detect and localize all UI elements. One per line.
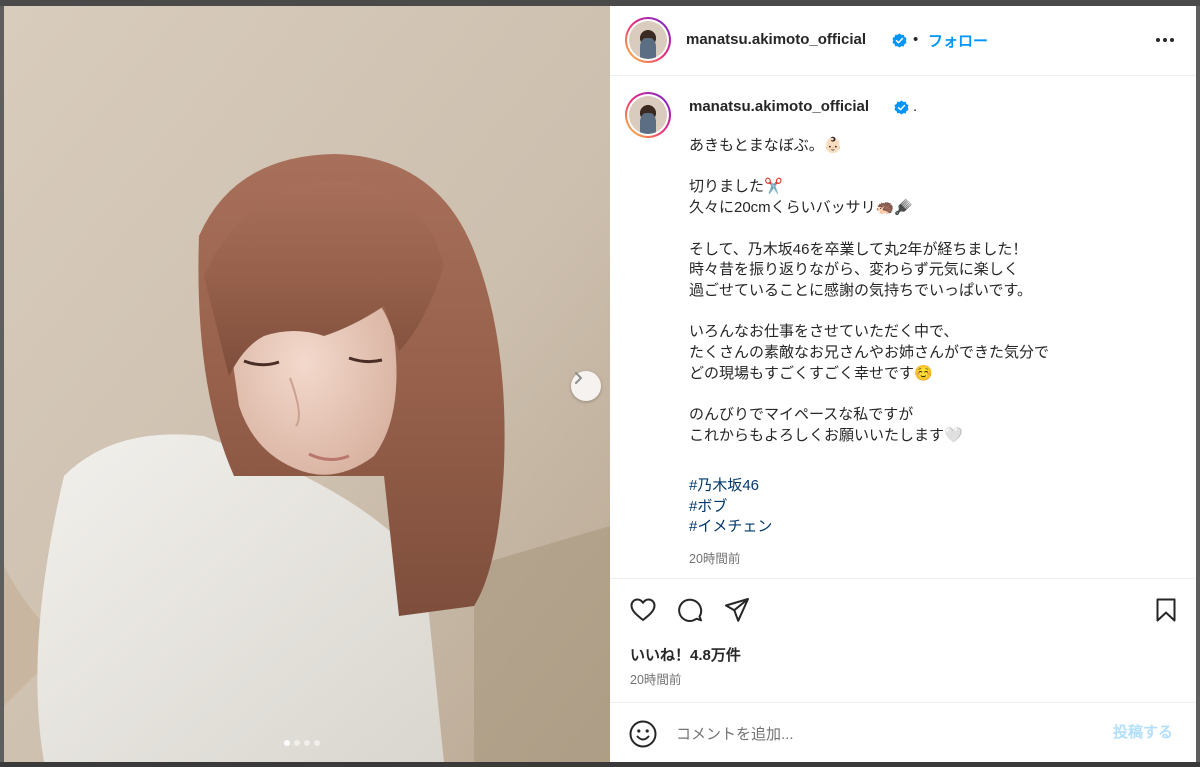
bookmark-icon[interactable]: [1150, 594, 1182, 626]
carousel-indicator: [284, 740, 320, 746]
carousel-dot-3: [304, 740, 310, 746]
comment-input[interactable]: [676, 721, 1076, 747]
caption-username[interactable]: manatsu.akimoto_official: [689, 98, 869, 115]
share-icon[interactable]: [721, 594, 753, 626]
avatar[interactable]: [625, 17, 671, 63]
add-comment-bar: 投稿する: [610, 702, 1196, 762]
heart-icon[interactable]: [627, 594, 659, 626]
carousel-dot-1: [284, 740, 290, 746]
follow-separator: •: [913, 31, 919, 48]
post-timestamp[interactable]: 20時間前: [630, 669, 681, 688]
action-bar: いいね！4.8万件 20時間前: [610, 578, 1196, 698]
caption-avatar[interactable]: [625, 92, 671, 138]
carousel-dot-2: [294, 740, 300, 746]
verified-badge-icon: [892, 33, 907, 48]
caption-text: あきもとまなぼぶ。👶🏻 切りました✂️ 久々に20cmくらいバッサリ🦔🪮 そして…: [689, 137, 1050, 444]
carousel-next-button[interactable]: [571, 371, 601, 401]
verified-badge-icon: [894, 100, 909, 115]
post-comment-button[interactable]: 投稿する: [1113, 721, 1173, 742]
more-options-icon[interactable]: [1150, 30, 1180, 50]
post-media[interactable]: [4, 6, 610, 762]
carousel-dot-4: [314, 740, 320, 746]
likes-count[interactable]: いいね！4.8万件: [630, 644, 741, 665]
hashtag-link[interactable]: #ボブ: [689, 497, 772, 518]
hashtag-link[interactable]: #イメチェン: [689, 517, 772, 538]
caption-timestamp: 20時間前: [689, 552, 741, 566]
chevron-right-icon: [575, 372, 582, 384]
browser-frame: manatsu.akimoto_official • フォロー manatsu.…: [0, 0, 1200, 767]
window-bottom-strip: [0, 762, 1200, 767]
hashtag-list: #乃木坂46 #ボブ #イメチェン: [689, 476, 772, 538]
header-username[interactable]: manatsu.akimoto_official: [686, 31, 866, 48]
emoji-icon[interactable]: [628, 719, 658, 749]
caption-area: manatsu.akimoto_official . あきもとまなぼぶ。👶🏻 切…: [610, 77, 1196, 577]
hashtag-link[interactable]: #乃木坂46: [689, 476, 772, 497]
post-header: manatsu.akimoto_official • フォロー: [610, 6, 1196, 76]
follow-button[interactable]: フォロー: [928, 30, 988, 51]
post-details-panel: manatsu.akimoto_official • フォロー manatsu.…: [610, 6, 1196, 762]
caption-separator: .: [913, 98, 918, 115]
post-photo: [4, 6, 610, 762]
comment-icon[interactable]: [674, 594, 706, 626]
